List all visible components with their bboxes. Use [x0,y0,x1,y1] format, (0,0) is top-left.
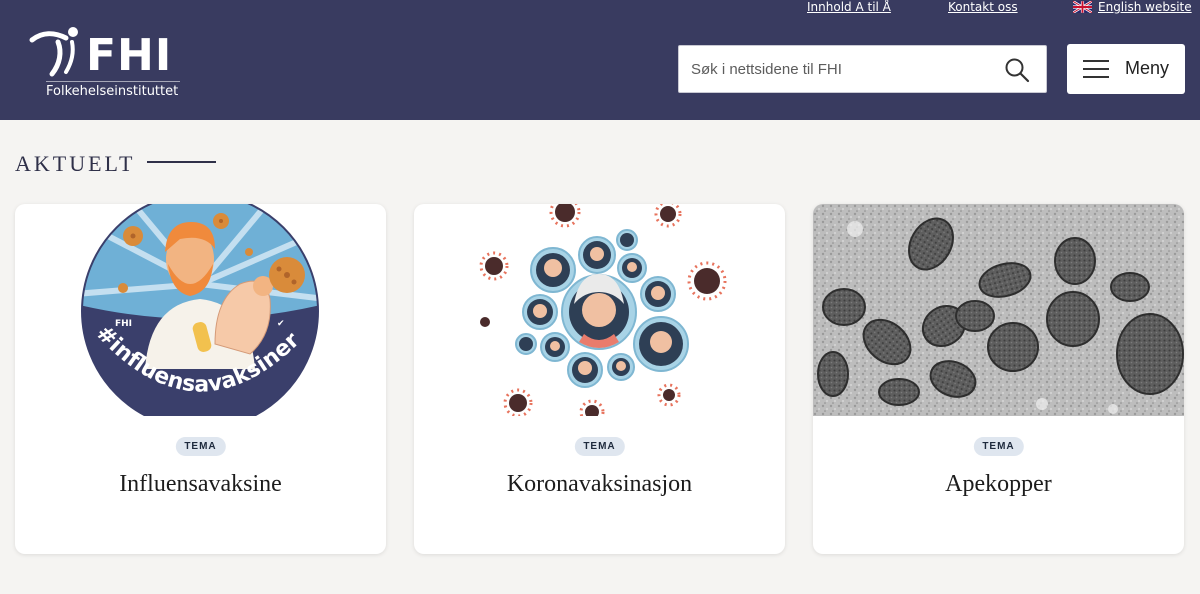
monkeypox-micrograph-image [813,204,1184,416]
svg-text:✔: ✔ [277,319,285,329]
menu-label: Meny [1125,58,1170,78]
people-faces [515,229,689,388]
link-content-a-z[interactable]: Innhold A til Å [807,0,891,14]
card-title: Apekopper [945,471,1052,497]
card-title: Koronavaksinasjon [506,471,693,497]
card-tag: TEMA [574,437,625,456]
uk-flag-icon [1073,1,1092,13]
card-influensavaksine[interactable]: FHI ✔ #influensavaksinert TEMA Influensa… [15,204,386,554]
logo-divider [46,81,180,82]
logo-subtitle: Folkehelseinstituttet [46,84,179,99]
site-header: FHI Folkehelseinstituttet Innhold A til … [0,0,1200,120]
link-english-website[interactable]: English website [1073,0,1192,14]
card-koronavaksinasjon[interactable]: TEMA Koronavaksinasjon [414,204,785,554]
card-apekopper[interactable]: TEMA Apekopper [813,204,1184,554]
card-tag: TEMA [175,437,226,456]
search-icon[interactable] [1004,57,1030,83]
section-title: AKTUELT [15,151,136,176]
english-link-label: English website [1098,0,1192,14]
badge-logo-left: FHI [115,319,132,329]
logo-text: FHI [86,30,173,81]
influenza-vaccine-badge-image: FHI ✔ #influensavaksinert [15,204,319,416]
fhi-logo-mark-icon [29,27,78,77]
fhi-logo[interactable]: FHI Folkehelseinstituttet [28,24,188,104]
search-box [678,45,1047,93]
card-tag: TEMA [973,437,1024,456]
section-title-rule [147,161,216,163]
covid-vaccination-illustration [479,204,727,416]
menu-button[interactable]: Meny [1067,44,1185,94]
link-contact[interactable]: Kontakt oss [948,0,1018,14]
card-title: Influensavaksine [119,471,282,497]
hamburger-icon [1083,60,1109,78]
search-input[interactable] [691,60,991,78]
